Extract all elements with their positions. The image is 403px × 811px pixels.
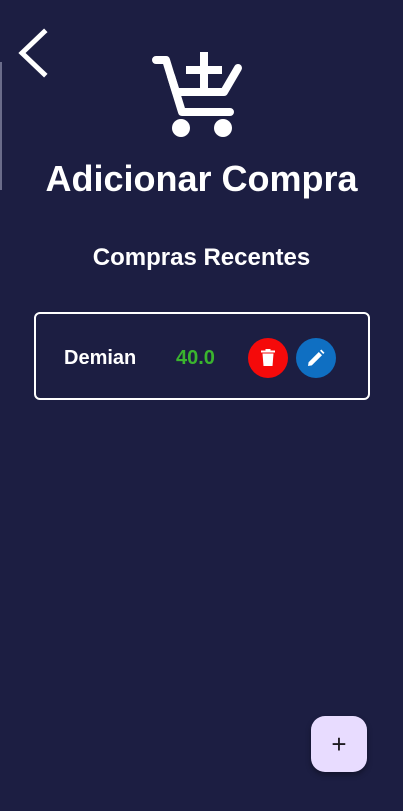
delete-button[interactable] xyxy=(248,338,288,378)
chevron-left-icon xyxy=(18,28,48,78)
add-purchase-button[interactable]: + xyxy=(311,716,367,772)
section-title: Compras Recentes xyxy=(92,244,311,271)
back-button[interactable] xyxy=(12,26,56,82)
edit-button[interactable] xyxy=(296,338,336,378)
add-shopping-cart-icon xyxy=(152,50,244,142)
plus-label: + xyxy=(331,729,347,759)
pencil-icon xyxy=(308,349,325,366)
page-title: Adicionar Compra xyxy=(45,158,358,199)
purchase-name: Demian xyxy=(64,347,137,369)
purchase-value: 40.0 xyxy=(176,347,215,369)
trash-icon xyxy=(261,349,275,366)
purchase-card: Demian 40.0 xyxy=(34,312,370,400)
screen: Adicionar Compra Compras Recentes Demian… xyxy=(0,0,403,811)
